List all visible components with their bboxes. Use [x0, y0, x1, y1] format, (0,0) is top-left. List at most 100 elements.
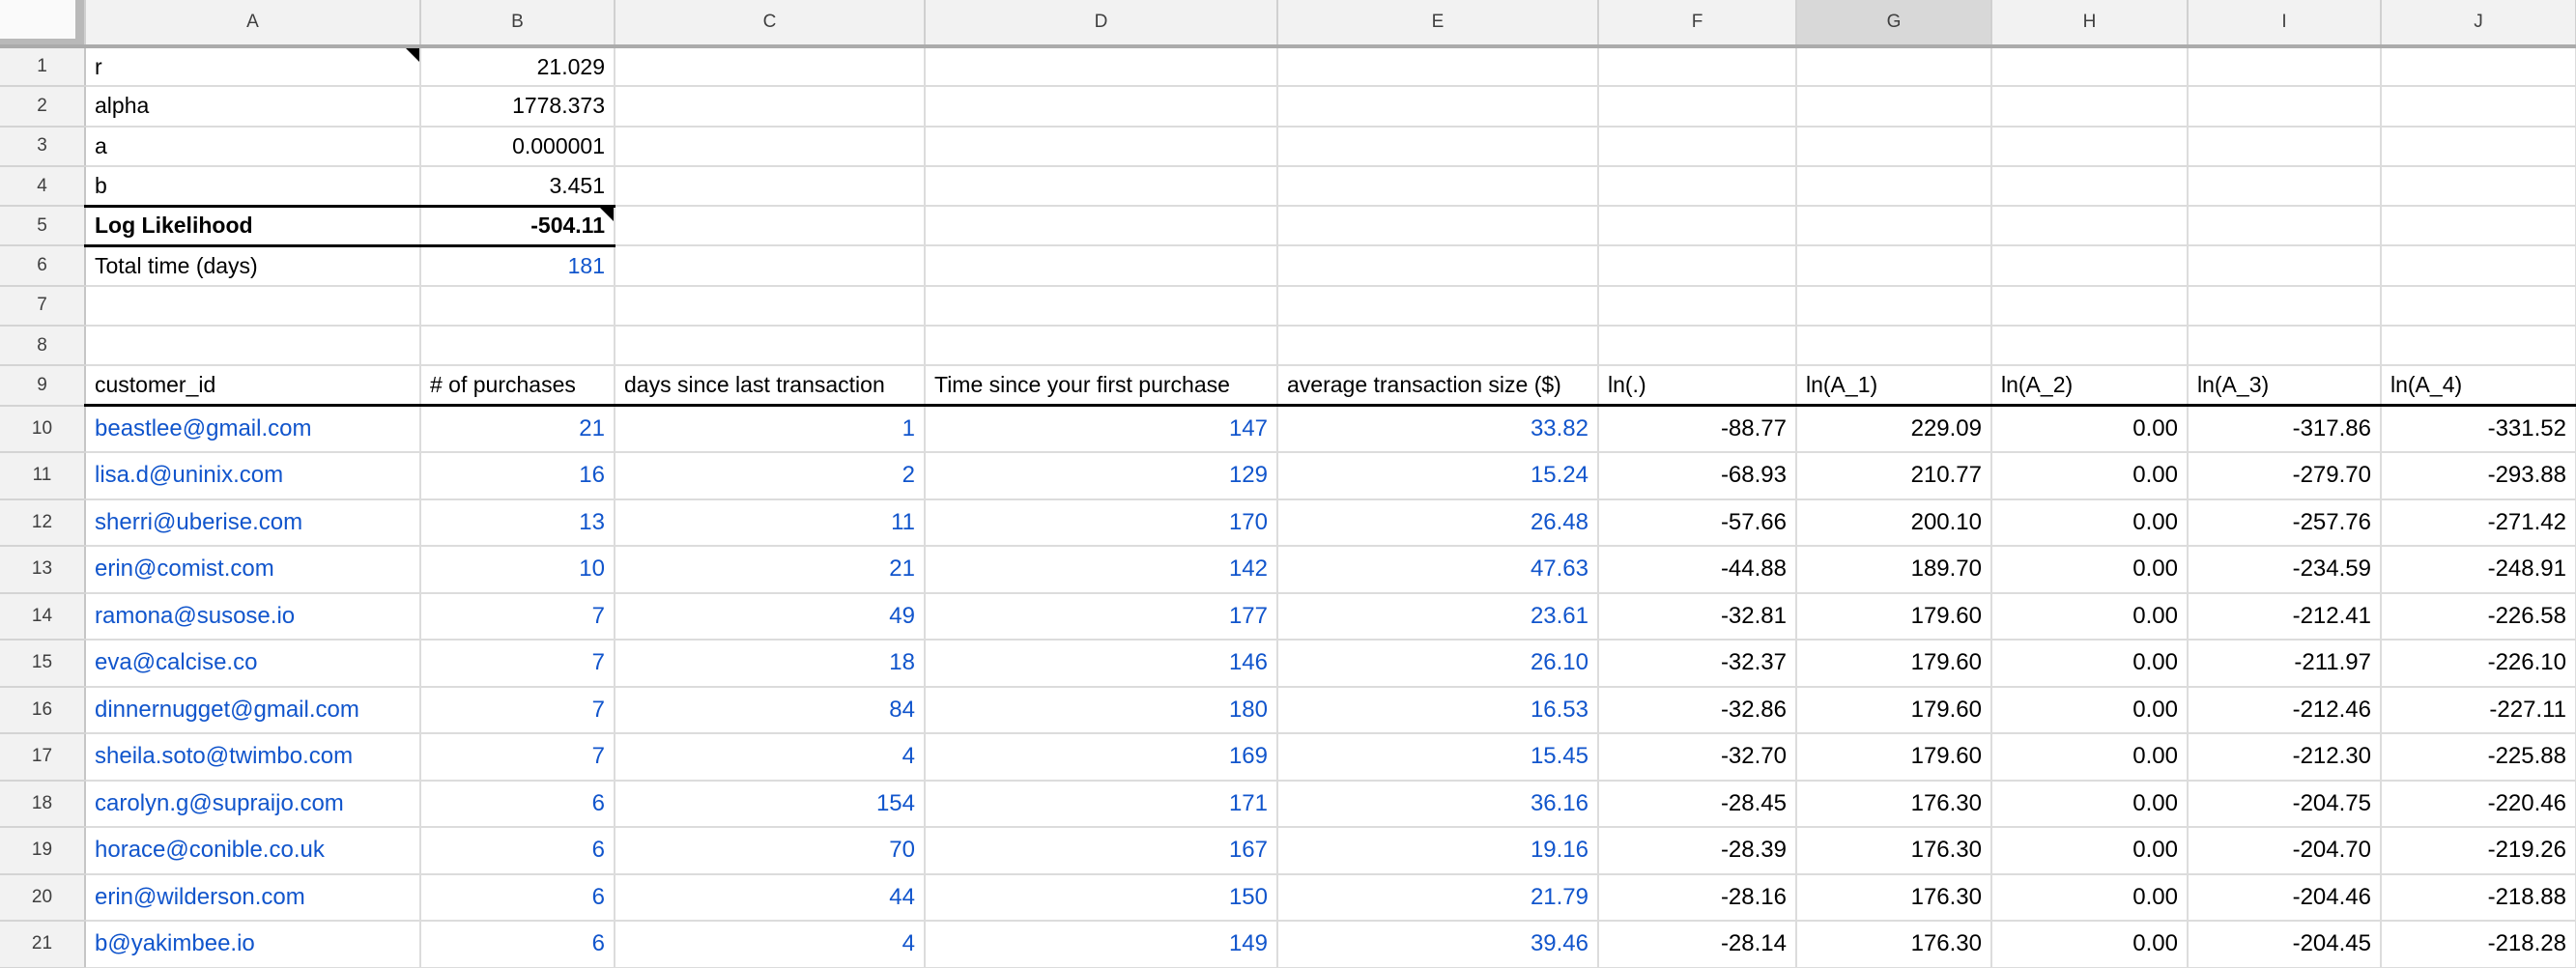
cell-J17[interactable]: -225.88	[2381, 733, 2576, 781]
cell-A6[interactable]: Total time (days)	[85, 245, 420, 285]
cell-H11[interactable]: 0.00	[1991, 452, 2188, 499]
cell-J11[interactable]: -293.88	[2381, 452, 2576, 499]
cell-I16[interactable]: -212.46	[2188, 687, 2381, 734]
cell-C11[interactable]: 2	[615, 452, 925, 499]
cell-A2[interactable]: alpha	[85, 86, 420, 126]
cell-E19[interactable]: 19.16	[1277, 827, 1598, 874]
column-header-D[interactable]: D	[925, 0, 1277, 46]
cell-J13[interactable]: -248.91	[2381, 546, 2576, 593]
cell-E12[interactable]: 26.48	[1277, 499, 1598, 547]
cell-J1[interactable]	[2381, 46, 2576, 86]
cell-H20[interactable]: 0.00	[1991, 874, 2188, 922]
row-header-12[interactable]: 12	[0, 499, 85, 547]
cell-C16[interactable]: 84	[615, 687, 925, 734]
cell-D12[interactable]: 170	[925, 499, 1277, 547]
cell-C9[interactable]: days since last transaction	[615, 365, 925, 405]
cell-G1[interactable]	[1796, 46, 1991, 86]
cell-A8[interactable]	[85, 326, 420, 365]
cell-B2[interactable]: 1778.373	[420, 86, 615, 126]
cell-D16[interactable]: 180	[925, 687, 1277, 734]
cell-B6[interactable]: 181	[420, 245, 615, 285]
cell-I15[interactable]: -211.97	[2188, 640, 2381, 687]
cell-G9[interactable]: ln(A_1)	[1796, 365, 1991, 405]
cell-C3[interactable]	[615, 127, 925, 166]
cell-B16[interactable]: 7	[420, 687, 615, 734]
cell-E14[interactable]: 23.61	[1277, 593, 1598, 641]
cell-H5[interactable]	[1991, 206, 2188, 245]
cell-H17[interactable]: 0.00	[1991, 733, 2188, 781]
row-header-14[interactable]: 14	[0, 593, 85, 641]
cell-E1[interactable]	[1277, 46, 1598, 86]
cell-C19[interactable]: 70	[615, 827, 925, 874]
cell-G6[interactable]	[1796, 245, 1991, 285]
cell-F20[interactable]: -28.16	[1598, 874, 1796, 922]
row-header-18[interactable]: 18	[0, 781, 85, 828]
cell-J20[interactable]: -218.88	[2381, 874, 2576, 922]
row-header-16[interactable]: 16	[0, 687, 85, 734]
cell-I8[interactable]	[2188, 326, 2381, 365]
cell-D2[interactable]	[925, 86, 1277, 126]
cell-G2[interactable]	[1796, 86, 1991, 126]
cell-H10[interactable]: 0.00	[1991, 406, 2188, 453]
cell-B14[interactable]: 7	[420, 593, 615, 641]
cell-H1[interactable]	[1991, 46, 2188, 86]
cell-H18[interactable]: 0.00	[1991, 781, 2188, 828]
cell-E5[interactable]	[1277, 206, 1598, 245]
cell-E17[interactable]: 15.45	[1277, 733, 1598, 781]
cell-I11[interactable]: -279.70	[2188, 452, 2381, 499]
cell-H19[interactable]: 0.00	[1991, 827, 2188, 874]
row-header-2[interactable]: 2	[0, 86, 85, 126]
cell-J15[interactable]: -226.10	[2381, 640, 2576, 687]
cell-I2[interactable]	[2188, 86, 2381, 126]
column-header-B[interactable]: B	[420, 0, 615, 46]
cell-B8[interactable]	[420, 326, 615, 365]
cell-A21[interactable]: b@yakimbee.io	[85, 921, 420, 968]
cell-F3[interactable]	[1598, 127, 1796, 166]
cell-C10[interactable]: 1	[615, 406, 925, 453]
cell-A12[interactable]: sherri@uberise.com	[85, 499, 420, 547]
row-header-20[interactable]: 20	[0, 874, 85, 922]
cell-F21[interactable]: -28.14	[1598, 921, 1796, 968]
cell-C14[interactable]: 49	[615, 593, 925, 641]
cell-C7[interactable]	[615, 286, 925, 326]
cell-I9[interactable]: ln(A_3)	[2188, 365, 2381, 405]
cell-H2[interactable]	[1991, 86, 2188, 126]
cell-B15[interactable]: 7	[420, 640, 615, 687]
cell-H12[interactable]: 0.00	[1991, 499, 2188, 547]
cell-D3[interactable]	[925, 127, 1277, 166]
cell-C6[interactable]	[615, 245, 925, 285]
cell-G15[interactable]: 179.60	[1796, 640, 1991, 687]
cell-A11[interactable]: lisa.d@uninix.com	[85, 452, 420, 499]
cell-C1[interactable]	[615, 46, 925, 86]
cell-G19[interactable]: 176.30	[1796, 827, 1991, 874]
cell-A15[interactable]: eva@calcise.co	[85, 640, 420, 687]
cell-D8[interactable]	[925, 326, 1277, 365]
cell-E3[interactable]	[1277, 127, 1598, 166]
cell-J19[interactable]: -219.26	[2381, 827, 2576, 874]
cell-I7[interactable]	[2188, 286, 2381, 326]
cell-B19[interactable]: 6	[420, 827, 615, 874]
cell-G7[interactable]	[1796, 286, 1991, 326]
cell-F10[interactable]: -88.77	[1598, 406, 1796, 453]
row-header-11[interactable]: 11	[0, 452, 85, 499]
cell-G17[interactable]: 179.60	[1796, 733, 1991, 781]
cell-C4[interactable]	[615, 166, 925, 206]
row-header-17[interactable]: 17	[0, 733, 85, 781]
cell-F12[interactable]: -57.66	[1598, 499, 1796, 547]
cell-I17[interactable]: -212.30	[2188, 733, 2381, 781]
cell-H16[interactable]: 0.00	[1991, 687, 2188, 734]
cell-E10[interactable]: 33.82	[1277, 406, 1598, 453]
cell-D15[interactable]: 146	[925, 640, 1277, 687]
cell-D17[interactable]: 169	[925, 733, 1277, 781]
cell-A7[interactable]	[85, 286, 420, 326]
row-header-10[interactable]: 10	[0, 406, 85, 453]
cell-F14[interactable]: -32.81	[1598, 593, 1796, 641]
cell-C15[interactable]: 18	[615, 640, 925, 687]
cell-F6[interactable]	[1598, 245, 1796, 285]
cell-G16[interactable]: 179.60	[1796, 687, 1991, 734]
column-header-H[interactable]: H	[1991, 0, 2188, 46]
cell-A3[interactable]: a	[85, 127, 420, 166]
cell-C12[interactable]: 11	[615, 499, 925, 547]
cell-E16[interactable]: 16.53	[1277, 687, 1598, 734]
cell-D5[interactable]	[925, 206, 1277, 245]
